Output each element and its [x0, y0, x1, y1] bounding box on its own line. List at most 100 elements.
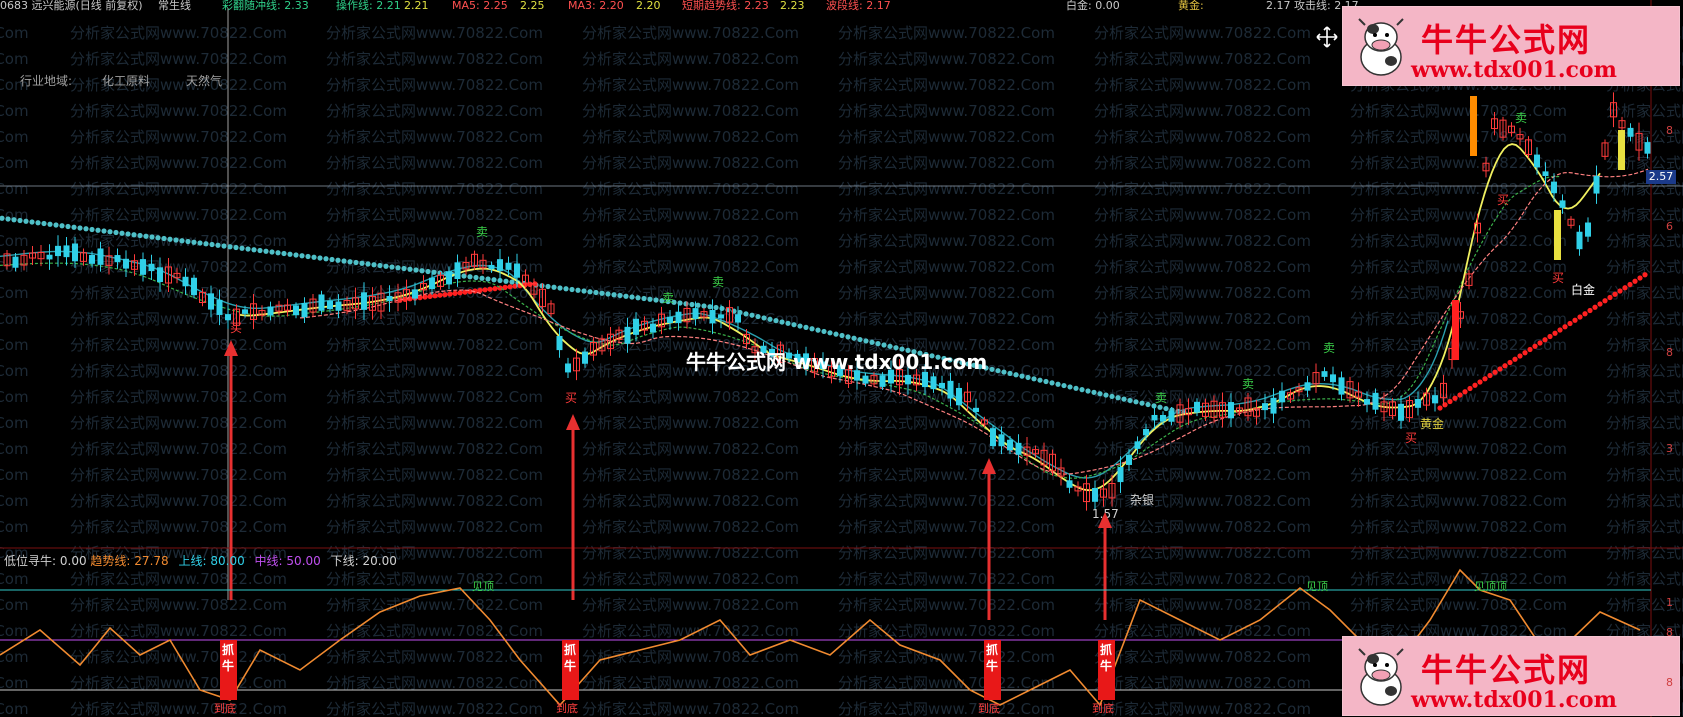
watermark-text: 分析家公式网www.70822.Com: [1606, 518, 1683, 536]
resistance-dot: [767, 316, 773, 322]
resistance-dot: [551, 284, 557, 290]
candle-body: [89, 254, 95, 264]
watermark-text: 分析家公式网www.70822.Com: [1350, 102, 1567, 120]
resistance-dot: [761, 315, 767, 321]
chart-window[interactable]: 2.Com 分析家公式网www.70822.Com 分析家公式网www.70822.…: [0, 0, 1683, 717]
header-item: 2.21: [404, 0, 429, 12]
watermark-text: 分析家公式网www.70822.Com: [1094, 492, 1311, 510]
resistance-dot: [713, 304, 719, 311]
candle-body: [1559, 200, 1566, 208]
candle-body: [1168, 410, 1175, 422]
resistance-dot: [179, 238, 185, 244]
watermark-text: 分析家公式网www.70822.Com: [1094, 674, 1311, 692]
resistance-dot: [263, 248, 269, 254]
candle-body: [1015, 442, 1022, 455]
watermark-text: 分析家公式网www.70822.Com: [1094, 180, 1311, 198]
resistance-dot: [797, 323, 803, 329]
support-dot: [482, 287, 488, 293]
resistance-dot: [773, 318, 779, 324]
current-price-label: 2.57: [1646, 170, 1676, 184]
candle-body: [148, 263, 155, 272]
resistance-dot: [257, 247, 263, 254]
candle-body: [675, 311, 682, 324]
watermark-text: 分析家公式网www.70822.Com: [1094, 50, 1311, 68]
resistance-dot: [419, 268, 425, 274]
resistance-dot: [347, 259, 353, 265]
resistance-dot: [683, 301, 689, 307]
watermark-text: 2.Com: [0, 336, 29, 354]
watermark-text: 分析家公式网www.70822.Com: [838, 518, 1055, 536]
resistance-dot: [1037, 377, 1043, 383]
resistance-dot: [611, 292, 617, 298]
watermark-text: 分析家公式网www.70822.Com: [70, 440, 287, 458]
resistance-dot: [1097, 391, 1103, 397]
watermark-text: 2.Com: [0, 414, 29, 432]
resistance-dot: [1061, 382, 1067, 389]
support-dot: [1577, 314, 1583, 320]
support-dot: [1597, 301, 1603, 307]
watermark-text: 分析家公式网www.70822.Com: [326, 648, 543, 666]
axis-tick-label: 6: [1666, 220, 1673, 233]
resistance-dot: [1115, 395, 1121, 401]
resistance-dot: [1145, 401, 1151, 408]
resistance-dot: [839, 332, 845, 339]
resistance-dot: [5, 216, 11, 222]
industry-value-1: 化工原料: [102, 74, 151, 88]
resistance-dot: [323, 256, 329, 262]
candle-body: [709, 310, 716, 324]
header-item: 常生线: [158, 0, 191, 12]
watermark-text: 2.Com: [0, 622, 29, 640]
watermark-text: 分析家公式网www.70822.Com: [582, 206, 799, 224]
watermark-text: 2.Com: [0, 180, 29, 198]
support-dot: [1542, 337, 1548, 343]
resistance-dot: [359, 260, 365, 266]
resistance-dot: [149, 234, 155, 240]
watermark-text: 分析家公式网www.70822.Com: [70, 596, 287, 614]
candle-body: [114, 255, 121, 263]
highlight-candle: [1618, 130, 1625, 170]
support-dot: [447, 291, 453, 297]
candle-body: [505, 262, 512, 270]
watermark-text: 分析家公式网www.70822.Com: [326, 76, 543, 94]
resistance-dot: [755, 313, 761, 320]
watermark-text: 分析家公式网www.70822.Com: [838, 414, 1055, 432]
watermark-text: 分析家公式网www.70822.Com: [326, 154, 543, 172]
baijin-label: 白金: [1571, 282, 1595, 297]
watermark-text: 分析家公式网www.70822.Com: [582, 492, 799, 510]
buy-arrow: [571, 428, 575, 600]
watermark-text: 2.Com: [0, 674, 29, 692]
candle-body: [1432, 395, 1438, 404]
header-item: 2.20: [636, 0, 661, 12]
zhuaniu-label-top: 抓: [222, 642, 234, 657]
support-dot: [1452, 395, 1458, 401]
resistance-dot: [863, 338, 869, 344]
cow-mascot-icon: [1358, 648, 1404, 706]
candle-body: [1534, 154, 1540, 168]
watermark-text: 分析家公式网www.70822.Com: [582, 466, 799, 484]
watermark-text: 分析家公式网www.70822.Com: [326, 50, 543, 68]
candle-body: [1338, 377, 1345, 395]
resistance-dot: [17, 217, 23, 224]
resistance-dot: [791, 322, 797, 328]
candle-body: [1644, 142, 1651, 154]
highlight-candle: [1554, 210, 1561, 260]
watermark-text: 分析家公式网www.70822.Com: [838, 128, 1055, 146]
watermark-text: 2.Com: [0, 50, 29, 68]
watermark-text: 分析家公式网www.70822.Com: [1094, 648, 1311, 666]
support-dot: [457, 290, 463, 296]
resistance-dot: [353, 259, 359, 266]
watermark-text: 分析家公式网www.70822.Com: [1606, 544, 1683, 562]
zhuaniu-label-bottom: 牛: [222, 658, 234, 673]
candle-body: [514, 263, 520, 278]
resistance-dot: [209, 241, 215, 248]
candle-body: [1228, 402, 1234, 419]
resistance-dot: [1049, 380, 1055, 386]
watermark-text: 分析家公式网www.70822.Com: [582, 674, 799, 692]
watermark-text: 分析家公式网www.70822.Com: [1606, 362, 1683, 380]
resistance-dot: [1067, 384, 1073, 390]
watermark-text: 分析家公式网www.70822.Com: [838, 258, 1055, 276]
watermark-text: 分析家公式网www.70822.Com: [70, 180, 287, 198]
daodi-label: 到底: [214, 701, 236, 715]
watermark-text: 分析家公式网www.70822.Com: [1094, 232, 1311, 250]
resistance-dot: [329, 256, 335, 263]
